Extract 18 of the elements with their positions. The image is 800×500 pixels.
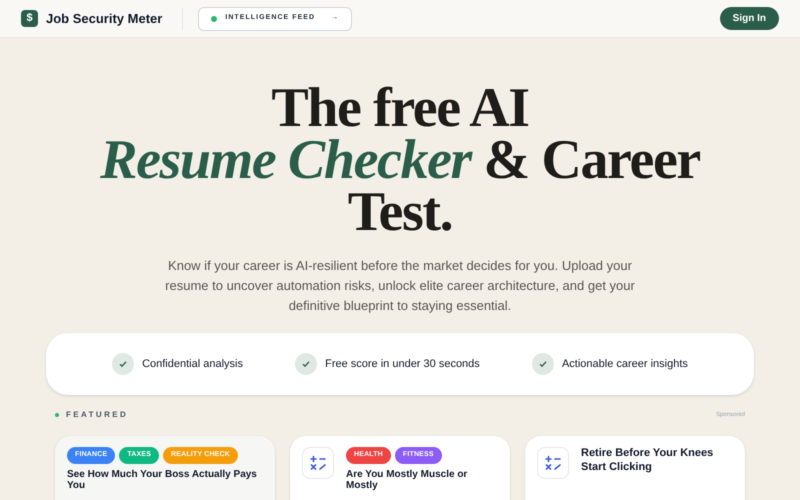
hero-description: Know if your career is AI-resilient before the market decides for you. Upload your resume to uncover automation risks, unlock elite career architecture, and get your definitive blueprint to staying essential. xyxy=(164,257,636,315)
calculator-icon xyxy=(302,447,334,479)
card-title: Retire Before Your Knees Start Clicking xyxy=(581,447,714,475)
hero-headline: The free AI Resume Checker & Career Test. xyxy=(100,82,700,238)
brand-name: Job Security Meter xyxy=(46,10,162,28)
calculator-icon xyxy=(537,447,569,479)
check-icon xyxy=(295,353,318,375)
dollar-logo-icon: $ xyxy=(21,10,38,27)
check-icon xyxy=(112,353,134,375)
article-card[interactable]: Retire Before Your Knees Start Clicking xyxy=(525,436,745,500)
feature-label: Actionable career insights xyxy=(562,356,688,372)
sign-in-button[interactable]: Sign In xyxy=(720,7,779,30)
check-icon xyxy=(532,353,554,375)
card-title: Are You Mostly Muscle or Mostly xyxy=(346,468,468,490)
feature-label: Free score in under 30 seconds xyxy=(325,356,480,372)
featured-heading: FEATURED xyxy=(66,409,128,421)
card-title: See How Much Your Boss Actually Pays You xyxy=(67,468,258,490)
feature-label: Confidential analysis xyxy=(142,356,243,372)
